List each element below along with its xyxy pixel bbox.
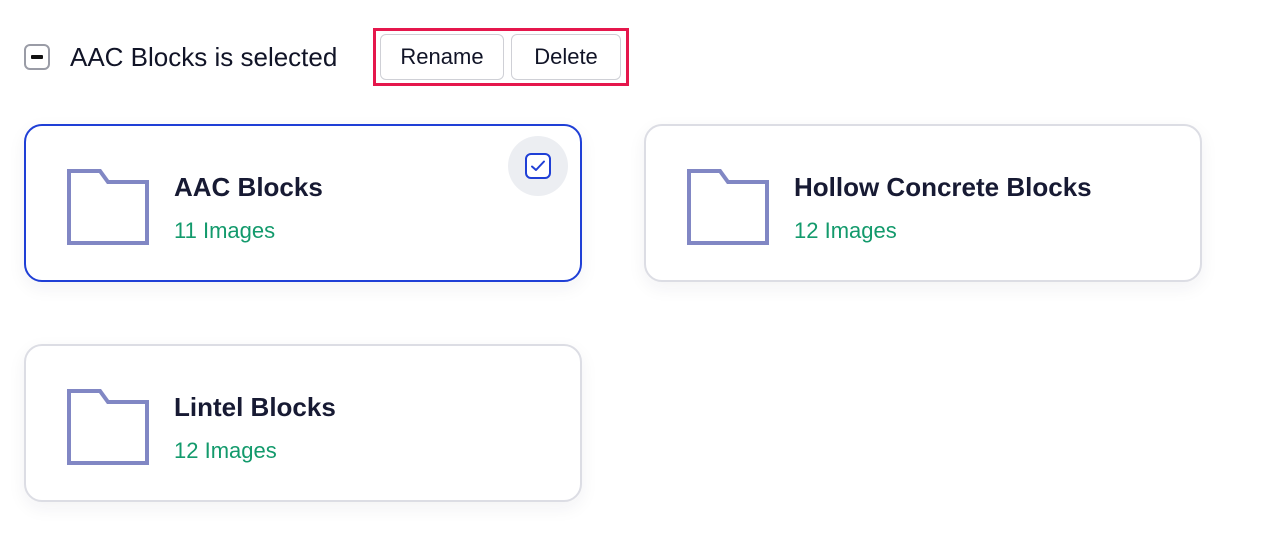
folder-name: Hollow Concrete Blocks [794,172,1092,202]
folder-card-lintel-blocks[interactable]: Lintel Blocks 12 Images [24,344,582,502]
folder-select-toggle[interactable] [508,136,568,196]
delete-button[interactable]: Delete [511,34,621,80]
selection-status-text: AAC Blocks is selected [70,41,338,72]
folder-image-count: 11 Images [174,218,276,243]
checkbox-checked [525,153,551,179]
indeterminate-dash-icon [31,55,43,59]
select-all-checkbox[interactable] [24,44,50,70]
selection-toolbar: AAC Blocks is selected Rename Delete [24,28,629,86]
check-icon [531,160,545,171]
folder-icon [67,389,149,465]
folder-card-aac-blocks[interactable]: AAC Blocks 11 Images [24,124,582,282]
folder-name: Lintel Blocks [174,392,336,422]
folder-icon [67,169,149,245]
selection-actions: Rename Delete [373,28,629,86]
rename-button[interactable]: Rename [380,34,504,80]
folder-name: AAC Blocks [174,172,323,202]
folder-image-count: 12 Images [794,218,897,243]
folder-icon [687,169,769,245]
folder-card-hollow-concrete-blocks[interactable]: Hollow Concrete Blocks 12 Images [644,124,1202,282]
folder-image-count: 12 Images [174,438,277,463]
